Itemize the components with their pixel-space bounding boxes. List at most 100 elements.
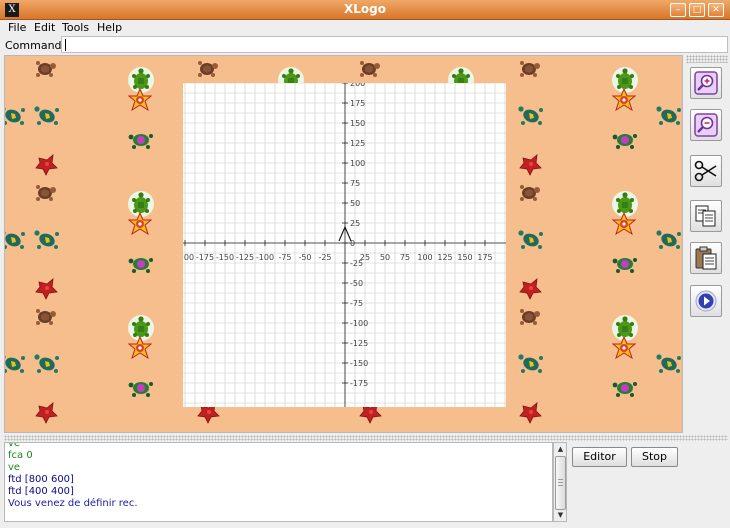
editor-button[interactable]: Editor	[572, 447, 627, 467]
brown-turtle-icon	[33, 58, 57, 80]
teal-turtle-icon	[517, 104, 543, 126]
purple-turtle-icon	[127, 128, 153, 150]
toolbar-grip[interactable]	[686, 55, 728, 63]
red-turtle-icon	[517, 276, 542, 300]
command-input[interactable]	[61, 36, 728, 53]
yellow-turtle-icon	[611, 335, 637, 360]
teal-turtle-icon	[517, 352, 543, 374]
history-line: ftd [800 600]	[8, 474, 74, 485]
teal-turtle-icon	[33, 352, 59, 374]
purple-turtle-icon	[611, 376, 637, 398]
teal-turtle-icon	[33, 228, 59, 250]
maximize-icon[interactable]: □	[689, 3, 705, 17]
zoom-out-button[interactable]	[690, 109, 722, 141]
copy-button[interactable]	[690, 200, 722, 232]
run-button[interactable]	[690, 285, 722, 317]
x-tick-label: 50	[380, 253, 390, 262]
cut-button[interactable]	[690, 155, 722, 187]
title-bar[interactable]: X XLogo – □ ✕	[0, 0, 730, 20]
menu-help[interactable]: Help	[97, 21, 122, 34]
y-tick-label: 25	[350, 219, 360, 228]
drawing-area[interactable]: -200-175-150-125-100-75-50-2525507510012…	[4, 55, 683, 433]
window-title: XLogo	[344, 2, 386, 16]
teal-turtle-icon	[5, 352, 25, 374]
y-tick-label: 150	[350, 119, 365, 128]
history-panel[interactable]: ve fca 0 ve ftd [800 600] ftd [400 400] …	[4, 442, 553, 522]
purple-turtle-icon	[127, 252, 153, 274]
y-tick-label: 125	[350, 139, 365, 148]
paste-icon	[695, 246, 717, 270]
x-tick-label: 75	[400, 253, 410, 262]
y-tick-label: 175	[350, 99, 365, 108]
red-turtle-icon	[33, 276, 58, 300]
y-tick-label: 200	[350, 83, 365, 88]
yellow-turtle-icon	[611, 87, 637, 112]
scroll-thumb[interactable]	[555, 456, 566, 510]
x-tick-label: -100	[256, 253, 274, 262]
teal-turtle-icon	[5, 104, 25, 126]
purple-turtle-icon	[127, 376, 153, 398]
brown-turtle-icon	[517, 58, 541, 80]
scroll-down-icon[interactable]: ▼	[555, 510, 566, 521]
tool-bar	[686, 55, 728, 433]
copy-icon	[695, 205, 716, 227]
y-tick-label: 75	[350, 179, 360, 188]
split-pane-divider[interactable]	[4, 435, 728, 441]
y-tick-label: -175	[350, 379, 368, 388]
coordinate-grid: -200-175-150-125-100-75-50-2525507510012…	[183, 83, 506, 407]
scroll-up-icon[interactable]: ▲	[555, 444, 566, 455]
x-tick-label: -125	[236, 253, 254, 262]
yellow-turtle-icon	[127, 211, 153, 236]
y-tick-label: 100	[350, 159, 365, 168]
y-tick-label: 50	[350, 199, 360, 208]
history-line: ve	[8, 462, 21, 473]
paste-button[interactable]	[690, 242, 722, 274]
teal-turtle-icon	[655, 352, 681, 374]
brown-turtle-icon	[33, 182, 57, 204]
run-icon	[695, 290, 717, 312]
text-caret	[65, 39, 66, 51]
menu-file[interactable]: File	[8, 21, 26, 34]
x-tick-label: 175	[477, 253, 492, 262]
x-tick-label: -50	[298, 253, 311, 262]
x-tick-label: -25	[318, 253, 331, 262]
teal-turtle-icon	[5, 228, 25, 250]
brown-turtle-icon	[195, 58, 219, 80]
brown-turtle-icon	[517, 182, 541, 204]
red-turtle-icon	[33, 400, 58, 424]
x-tick-label: 150	[457, 253, 472, 262]
command-label: Command:	[5, 39, 66, 52]
purple-turtle-icon	[611, 128, 637, 150]
menu-bar: File Edit Tools Help	[0, 20, 730, 36]
teal-turtle-icon	[655, 104, 681, 126]
x-tick-label: -175	[196, 253, 214, 262]
x-tick-label: -200	[183, 253, 194, 262]
red-turtle-icon	[517, 400, 542, 424]
green-circle-turtle-icon	[611, 190, 638, 217]
teal-turtle-icon	[655, 228, 681, 250]
history-line: Vous venez de définir rec.	[8, 498, 138, 509]
x-tick-label: 125	[437, 253, 452, 262]
minimize-icon[interactable]: –	[670, 3, 686, 17]
history-line: ftd [400 400]	[8, 486, 74, 497]
close-icon[interactable]: ✕	[708, 3, 724, 17]
yellow-turtle-icon	[611, 211, 637, 236]
zoom-in-icon	[694, 71, 718, 95]
history-scrollbar[interactable]: ▲ ▼	[553, 442, 567, 522]
grid-graph: -200-175-150-125-100-75-50-2525507510012…	[183, 83, 506, 407]
zoom-in-button[interactable]	[690, 67, 722, 99]
history-line: fca 0	[8, 450, 33, 461]
yellow-turtle-icon	[127, 335, 153, 360]
stop-button[interactable]: Stop	[631, 447, 678, 467]
brown-turtle-icon	[517, 306, 541, 328]
y-tick-label: -75	[350, 299, 363, 308]
menu-tools[interactable]: Tools	[62, 21, 89, 34]
menu-edit[interactable]: Edit	[34, 21, 55, 34]
teal-turtle-icon	[517, 228, 543, 250]
x-tick-label: -150	[216, 253, 234, 262]
teal-turtle-icon	[33, 104, 59, 126]
green-circle-turtle-icon	[611, 314, 638, 341]
x-tick-label: 100	[417, 253, 432, 262]
red-turtle-icon	[517, 152, 542, 176]
green-circle-turtle-icon	[127, 190, 154, 217]
